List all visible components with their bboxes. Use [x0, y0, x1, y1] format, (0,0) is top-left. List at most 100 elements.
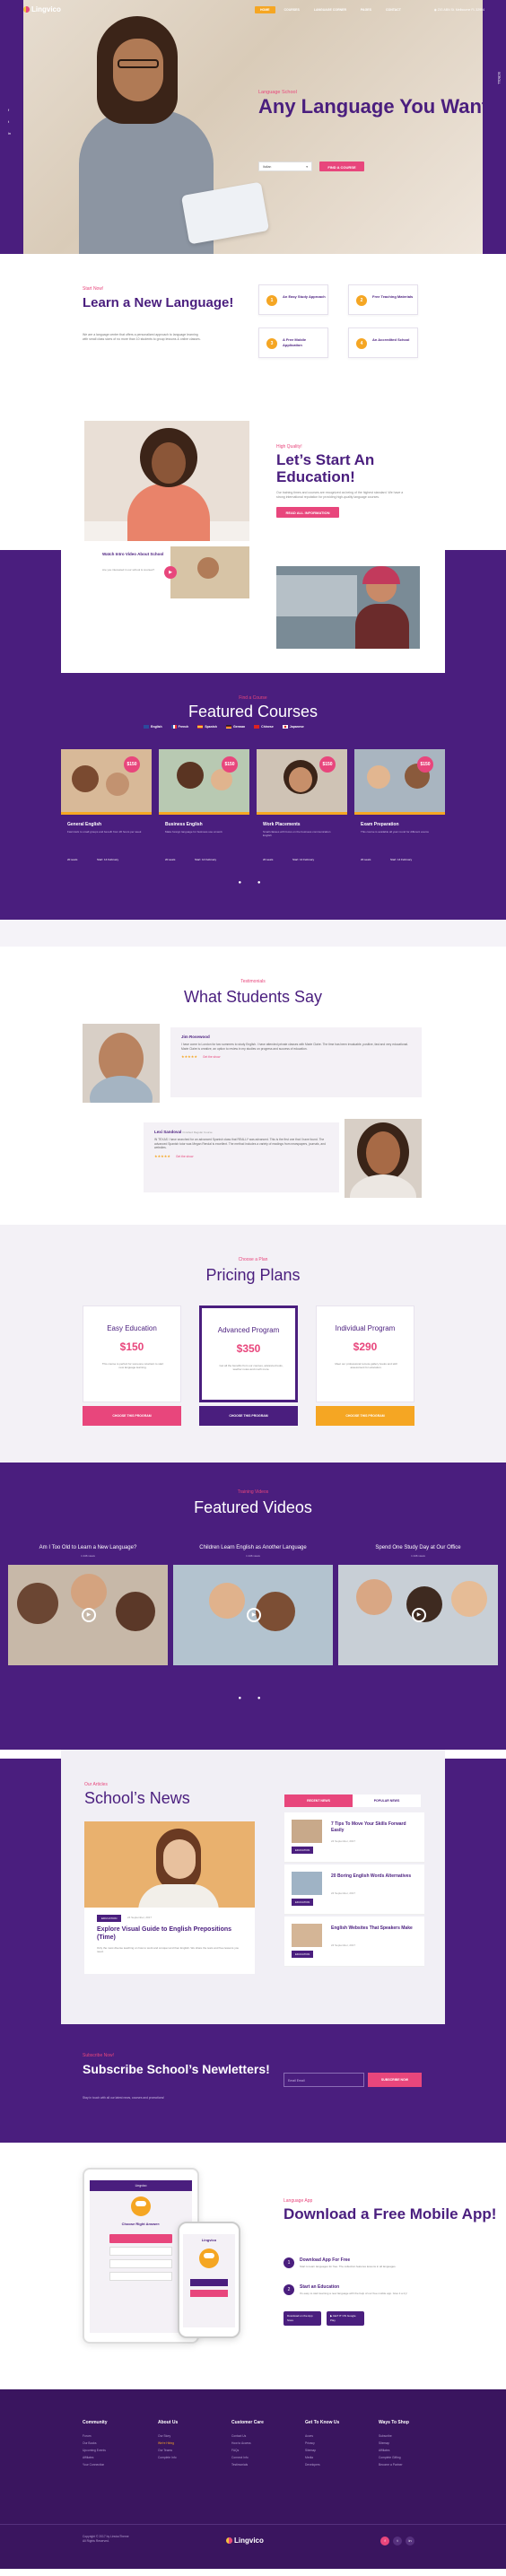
tab-spanish[interactable]: Spanish — [197, 725, 217, 729]
tab-japanese[interactable]: Japanese — [282, 725, 304, 729]
step-text: It's easy to start learning a new langua… — [300, 2292, 407, 2295]
pricing-section: Choose a Plan Pricing Plans Easy Educati… — [0, 1225, 506, 1463]
post-tag[interactable]: EDUCATION — [97, 1915, 122, 1922]
play-icon[interactable]: ▶ — [82, 1608, 96, 1622]
header-address: ◉ ZIG ABN St. Melbourne FL 32904 — [433, 8, 484, 12]
news-item-title[interactable]: 20 Boring English Words Alternatives — [331, 1873, 417, 1880]
news-list-item[interactable]: EDUCATION English Websites That Speakers … — [284, 1917, 424, 1967]
tab-recent-news[interactable]: RECENT NEWS — [284, 1794, 353, 1807]
main-menu: HOME COURSES LANGUAGE CORNER PAGES CONTA… — [255, 6, 406, 13]
logo[interactable]: Lingvico — [23, 5, 61, 13]
footer-link[interactable]: Complete Info — [158, 2454, 178, 2461]
footer-logo[interactable]: Lingvico — [226, 2537, 264, 2545]
scroll-indicator[interactable]: SCROLL — [497, 72, 501, 84]
video-card[interactable]: Spend One Study Day at Our Office 1 246 … — [338, 1545, 498, 1665]
video-thumbnail[interactable]: ▶ — [173, 1565, 333, 1665]
carousel-dots[interactable]: ● ● — [0, 880, 506, 886]
course-card[interactable]: $150 Business English Make foreign langua… — [159, 749, 249, 869]
course-card[interactable]: $150 Exam Preparation This course is avai… — [354, 749, 445, 869]
twitter-icon[interactable]: t — [393, 2537, 402, 2545]
twitter-icon[interactable]: t — [8, 119, 11, 124]
menu-item-contact[interactable]: CONTACT — [380, 6, 406, 13]
footer-link[interactable]: Developers — [305, 2461, 339, 2468]
choose-plan-button[interactable]: CHOOSE THIS PROGRAM — [199, 1406, 298, 1426]
play-icon[interactable]: ▶ — [247, 1608, 261, 1622]
videos-title: Featured Videos — [194, 1498, 312, 1516]
news-list-item[interactable]: EDUCATION 7 Tips To Move Your Skills Forw… — [284, 1812, 424, 1863]
video-card[interactable]: Am I Too Old to Learn a New Language? 1 … — [8, 1545, 168, 1665]
google-play-button[interactable]: ▶ GET IT ON Google Play — [327, 2311, 364, 2326]
footer-link[interactable]: Our Story — [158, 2432, 178, 2440]
testimonial-link[interactable]: Get the show — [203, 1055, 220, 1059]
step-number: 2 — [284, 2284, 294, 2295]
video-thumbnail[interactable]: ▶ — [338, 1565, 498, 1665]
facebook-icon[interactable]: f — [8, 108, 11, 112]
play-icon[interactable]: ▶ — [412, 1608, 426, 1622]
footer-link[interactable]: FAQs — [231, 2447, 264, 2454]
course-seats: 20 seats — [67, 858, 78, 861]
tab-english[interactable]: English — [144, 725, 162, 729]
footer-link[interactable]: Testimonials — [231, 2461, 264, 2468]
post-image — [84, 1821, 255, 1908]
footer-link[interactable]: Forum — [83, 2432, 108, 2440]
course-card[interactable]: $150 Work Placements Small classes with f… — [257, 749, 347, 869]
footer-link[interactable]: Become a Partner — [379, 2461, 409, 2468]
rating-stars: ★★★★★ Get the show — [181, 1054, 221, 1060]
featured-post[interactable]: EDUCATION 24 September, 2017 Explore Vis… — [84, 1821, 255, 1974]
menu-item-home[interactable]: HOME — [255, 6, 275, 13]
facebook-icon[interactable]: f — [380, 2537, 389, 2545]
tab-chinese[interactable]: Chinese — [254, 725, 274, 729]
email-field[interactable]: Email Email — [284, 2073, 364, 2087]
footer-link[interactable]: Media — [305, 2454, 339, 2461]
tab-german[interactable]: German — [225, 725, 245, 729]
linkedin-icon[interactable]: in — [8, 131, 11, 135]
footer-link[interactable]: Sitemap — [379, 2440, 409, 2447]
footer-link[interactable]: Connect Info — [231, 2454, 264, 2461]
tab-popular-news[interactable]: POPULAR NEWS — [353, 1794, 421, 1807]
footer-link[interactable]: How to Access — [231, 2440, 264, 2447]
newsletter-section: Subscribe Now! Subscribe School’s Newlet… — [0, 2028, 506, 2143]
footer-link[interactable]: Contact Us — [231, 2432, 264, 2440]
plan-price: $290 — [353, 1340, 378, 1353]
footer-link[interactable]: Our Teams — [158, 2447, 178, 2454]
subscribe-button[interactable]: SUBSCRIBE NOW — [368, 2073, 422, 2087]
testimonial-link[interactable]: Get the show — [176, 1155, 193, 1158]
footer-link[interactable]: Affiliates — [379, 2447, 409, 2454]
newsletter-text: Stay in touch with all our latest news, … — [83, 2096, 165, 2100]
app-store-button[interactable]: Download on the App Store — [284, 2311, 321, 2326]
footer-link[interactable]: Sitemap — [305, 2447, 339, 2454]
post-title[interactable]: Explore Visual Guide to English Preposit… — [97, 1925, 231, 1942]
menu-item-pages[interactable]: PAGES — [355, 6, 377, 13]
footer-link[interactable]: Affiliates — [83, 2454, 108, 2461]
plan-name: Individual Program — [335, 1324, 396, 1332]
footer-link[interactable]: Your Connection — [83, 2461, 108, 2468]
video-card[interactable]: Children Learn English as Another Langua… — [173, 1545, 333, 1665]
testimonial-name: Lexi Sandoval — [154, 1130, 182, 1134]
footer-link[interactable]: Privacy — [305, 2440, 339, 2447]
play-icon[interactable]: ▶ — [164, 566, 177, 579]
news-list-item[interactable]: EDUCATION 20 Boring English Words Alterna… — [284, 1864, 424, 1915]
footer-link[interactable]: Upcoming Events — [83, 2447, 108, 2454]
video-thumbnail[interactable]: ▶ — [8, 1565, 168, 1665]
choose-plan-button[interactable]: CHOOSE THIS PROGRAM — [83, 1406, 181, 1426]
news-item-title[interactable]: English Websites That Speakers Make — [331, 1925, 417, 1932]
intro-video-thumbnail[interactable]: ▶ — [164, 546, 249, 598]
carousel-dots[interactable]: ● ● — [0, 1696, 506, 1701]
course-card[interactable]: $150 General English Fast track to small … — [61, 749, 152, 869]
footer-link[interactable]: Subscribe — [379, 2432, 409, 2440]
find-course-button[interactable]: FIND A COURSE — [319, 162, 364, 171]
choose-plan-button[interactable]: CHOOSE THIS PROGRAM — [316, 1406, 414, 1426]
linkedin-icon[interactable]: in — [406, 2537, 414, 2545]
menu-item-language-corner[interactable]: LANGUAGE CORNER — [309, 6, 352, 13]
footer-link[interactable]: Complete Gifting — [379, 2454, 409, 2461]
language-select[interactable]: Italian ▾ — [258, 162, 312, 171]
feature-number: 1 — [266, 295, 277, 306]
read-information-button[interactable]: READ ALL INFORMATION — [276, 507, 339, 518]
footer-link[interactable]: Our Books — [83, 2440, 108, 2447]
news-item-title[interactable]: 7 Tips To Move Your Skills Forward Easil… — [331, 1821, 417, 1833]
tab-french[interactable]: French — [170, 725, 188, 729]
footer-link[interactable]: Acces — [305, 2432, 339, 2440]
hero-title: Any Language You Want! — [258, 95, 495, 118]
footer-link[interactable]: We're Hiring — [158, 2440, 178, 2447]
menu-item-courses[interactable]: COURSES — [279, 6, 305, 13]
